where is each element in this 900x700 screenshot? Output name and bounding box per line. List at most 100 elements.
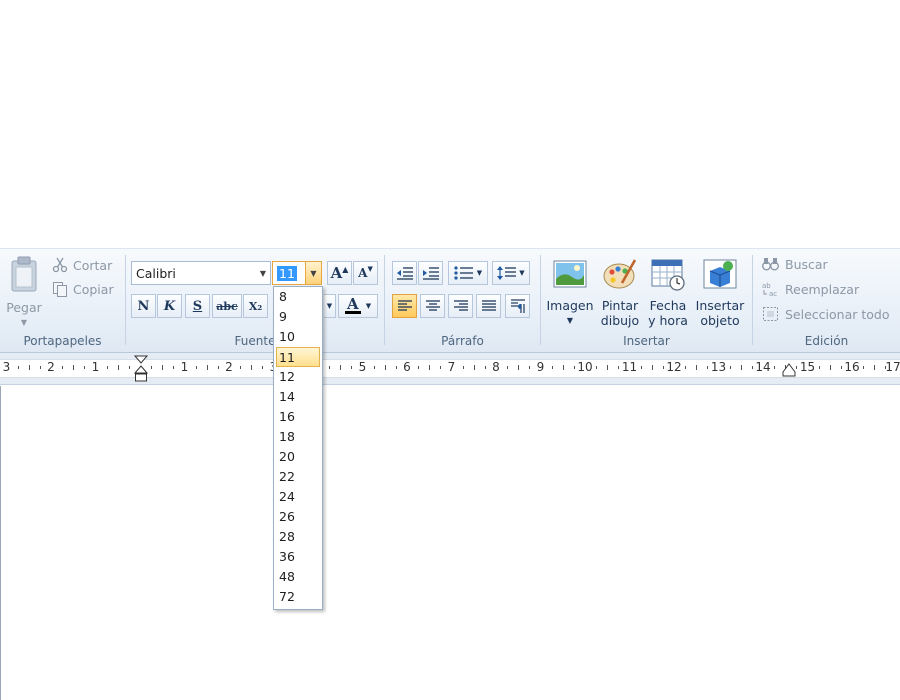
- ruler-tick: [740, 365, 742, 370]
- font-size-option[interactable]: 36: [274, 547, 322, 567]
- ruler-tick: [662, 366, 664, 369]
- ruler-tick: [518, 365, 520, 370]
- ruler-tick-label: 2: [47, 360, 55, 374]
- bullet-list-icon: [454, 266, 473, 280]
- ruler-tick: [596, 366, 598, 369]
- insert-image-label: Imagen: [546, 298, 594, 313]
- font-size-value[interactable]: 11: [277, 265, 297, 281]
- shrink-font-button[interactable]: A ▼: [353, 261, 378, 285]
- document-canvas[interactable]: [0, 386, 900, 700]
- chevron-down-icon[interactable]: ▼: [366, 302, 371, 310]
- insert-image-button[interactable]: Imagen ▼: [545, 257, 595, 328]
- chevron-down-icon: ▼: [476, 269, 483, 277]
- caret-down-icon: ▼: [367, 265, 373, 273]
- font-size-option[interactable]: 26: [274, 507, 322, 527]
- ruler-tick: [640, 366, 642, 369]
- ruler-tick-label: 13: [710, 360, 727, 374]
- decrease-indent-button[interactable]: [392, 261, 417, 285]
- ruler-tick: [195, 366, 197, 369]
- ruler-tick: [84, 366, 86, 369]
- ruler-tick: [395, 366, 397, 369]
- cut-button[interactable]: Cortar: [52, 257, 112, 273]
- justify-icon: [481, 300, 496, 311]
- align-right-icon: [453, 300, 468, 311]
- font-size-option[interactable]: 18: [274, 427, 322, 447]
- font-size-option[interactable]: 12: [274, 367, 322, 387]
- ruler-tick: [206, 365, 208, 370]
- ruler-tick: [729, 366, 731, 369]
- font-size-option[interactable]: 16: [274, 407, 322, 427]
- ruler-tick: [562, 365, 564, 370]
- bullets-button[interactable]: ▼: [448, 261, 488, 285]
- chevron-down-icon[interactable]: ▼: [256, 262, 270, 284]
- ruler-tick: [607, 365, 609, 370]
- bold-button[interactable]: N: [131, 294, 156, 318]
- ruler-tick: [329, 366, 331, 369]
- align-left-icon: [397, 300, 412, 311]
- font-family-combo[interactable]: Calibri ▼: [131, 261, 271, 285]
- paste-label: Pegar: [6, 300, 42, 315]
- increase-indent-icon: [422, 267, 439, 280]
- strikethrough-button[interactable]: abc: [212, 294, 242, 318]
- ruler-tick: [774, 366, 776, 369]
- justify-button[interactable]: [476, 294, 501, 318]
- insert-group: Imagen ▼ Pintar dibujo Fecha y hora Inse…: [541, 249, 752, 352]
- ruler-tick: [551, 366, 553, 369]
- ruler-tick: [707, 366, 709, 369]
- font-size-option[interactable]: 48: [274, 567, 322, 587]
- grow-font-icon: A: [330, 264, 343, 282]
- line-spacing-icon: [497, 266, 517, 280]
- subscript-button[interactable]: X₂: [243, 294, 268, 318]
- ruler-tick-label: 15: [799, 360, 816, 374]
- paint-drawing-button[interactable]: Pintar dibujo: [597, 257, 643, 328]
- font-size-option[interactable]: 72: [274, 587, 322, 607]
- font-size-option[interactable]: 10: [274, 327, 322, 347]
- ruler-tick: [473, 365, 475, 370]
- font-color-button[interactable]: A ▼: [338, 294, 378, 318]
- align-left-button[interactable]: [392, 294, 417, 318]
- paragraph-group: ▼ ▼ Párrafo: [385, 249, 540, 352]
- ruler-tick: [162, 365, 164, 370]
- ruler-tick-label: 2: [225, 360, 233, 374]
- font-size-option[interactable]: 9: [274, 307, 322, 327]
- align-center-button[interactable]: [420, 294, 445, 318]
- font-size-option[interactable]: 11: [276, 347, 320, 367]
- font-size-option[interactable]: 14: [274, 387, 322, 407]
- ruler-tick-label: 3: [2, 360, 11, 374]
- underline-button[interactable]: S: [185, 294, 210, 318]
- font-size-option[interactable]: 22: [274, 467, 322, 487]
- paragraph-settings-button[interactable]: [505, 294, 530, 318]
- right-indent-marker-icon[interactable]: [782, 363, 796, 377]
- grow-font-button[interactable]: A ▲: [327, 261, 352, 285]
- ruler-tick: [863, 366, 865, 369]
- strikethrough-icon: abc: [216, 299, 238, 313]
- object-icon: [703, 259, 737, 289]
- shrink-font-icon: A: [358, 266, 368, 280]
- font-size-option[interactable]: 8: [274, 287, 322, 307]
- bold-icon: N: [137, 298, 150, 314]
- copy-button[interactable]: Copiar: [52, 281, 114, 297]
- increase-indent-button[interactable]: [418, 261, 443, 285]
- highlight-dropdown[interactable]: ▼: [324, 294, 336, 318]
- ruler-tick: [796, 366, 798, 369]
- font-size-option[interactable]: 28: [274, 527, 322, 547]
- chevron-down-icon: ▼: [326, 302, 333, 310]
- insert-object-label-2: objeto: [700, 313, 740, 328]
- align-right-button[interactable]: [448, 294, 473, 318]
- ruler-tick: [484, 366, 486, 369]
- font-size-combo[interactable]: 11 ▼: [272, 261, 322, 285]
- ruler-tick: [874, 365, 876, 370]
- indent-marker-icon[interactable]: [134, 355, 148, 383]
- subscript-icon: X₂: [248, 299, 263, 313]
- ruler-tick: [117, 365, 119, 370]
- font-size-option[interactable]: 20: [274, 447, 322, 467]
- paint-drawing-label-2: dibujo: [600, 313, 640, 328]
- date-time-button[interactable]: Fecha y hora: [645, 257, 691, 328]
- font-size-option[interactable]: 24: [274, 487, 322, 507]
- insert-object-button[interactable]: Insertar objeto: [693, 257, 747, 328]
- ruler[interactable]: 3211234567891011121314151617: [0, 353, 900, 385]
- line-spacing-button[interactable]: ▼: [492, 261, 530, 285]
- chevron-down-icon[interactable]: ▼: [305, 262, 321, 284]
- italic-button[interactable]: K: [157, 294, 182, 318]
- paste-button[interactable]: Pegar ▼: [4, 255, 44, 330]
